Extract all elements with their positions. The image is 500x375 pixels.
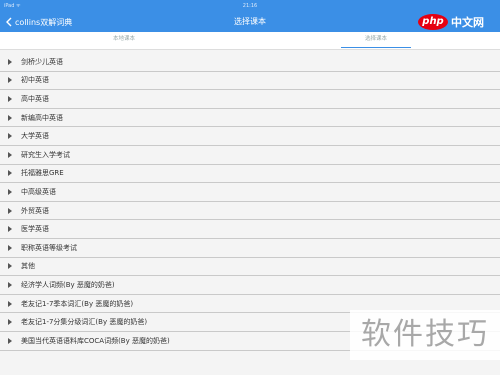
tab-local-books[interactable]: 本地课本 bbox=[44, 32, 204, 49]
disclosure-triangle-icon bbox=[8, 263, 12, 270]
tab-label: 选择课本 bbox=[364, 36, 387, 42]
list-item[interactable]: 其他 bbox=[0, 257, 500, 277]
list-item[interactable]: 高中英语 bbox=[0, 90, 500, 109]
tab-active-indicator bbox=[341, 47, 411, 48]
list-item-label: 研究生入学考试 bbox=[21, 150, 70, 159]
list-item[interactable]: 医学英语 bbox=[0, 220, 500, 239]
tab-label: 本地课本 bbox=[112, 36, 135, 42]
navigation-bar: collins双解词典 选择课本 php 中文网 bbox=[0, 12, 500, 32]
list-item-label: 新编高中英语 bbox=[21, 113, 63, 122]
list-item-label: 托福雅思GRE bbox=[21, 169, 64, 178]
disclosure-triangle-icon bbox=[8, 58, 12, 65]
list-item-label: 高中英语 bbox=[21, 94, 49, 103]
list-item-label: 职称英语等级考试 bbox=[21, 243, 77, 252]
disclosure-triangle-icon bbox=[8, 319, 12, 326]
disclosure-triangle-icon bbox=[8, 337, 12, 344]
list-item-label: 老友记1-7季本词汇(By 恶魔的奶爸) bbox=[21, 299, 134, 308]
disclosure-triangle-icon bbox=[8, 207, 12, 214]
tab-select-books[interactable]: 选择课本 bbox=[296, 32, 456, 49]
list-item-label: 大学英语 bbox=[21, 132, 49, 141]
disclosure-triangle-icon bbox=[8, 95, 12, 102]
category-list: 剑桥少儿英语 初中英语 高中英语 新编高中英语 大学英语 研究生入学考试 托福雅… bbox=[0, 53, 500, 351]
list-item[interactable]: 初中英语 bbox=[0, 71, 500, 91]
list-item-label: 医学英语 bbox=[21, 225, 49, 234]
disclosure-triangle-icon bbox=[8, 114, 12, 121]
list-item-label: 剑桥少儿英语 bbox=[21, 57, 63, 66]
status-time: 21:16 bbox=[242, 3, 258, 9]
list-item-label: 老友记1-7分集分级词汇(By 恶魔的奶爸) bbox=[21, 318, 148, 327]
disclosure-triangle-icon bbox=[8, 151, 12, 158]
brand-text: 中文网 bbox=[451, 16, 484, 29]
list-item-label: 美国当代英语语料库COCA词频(By 恶魔的奶爸) bbox=[21, 336, 170, 345]
php-logo: php bbox=[418, 14, 448, 30]
list-item[interactable]: 外贸英语 bbox=[0, 201, 500, 221]
list-item-label: 初中英语 bbox=[21, 76, 49, 85]
disclosure-triangle-icon bbox=[8, 300, 12, 307]
list-item[interactable]: 新编高中英语 bbox=[0, 108, 500, 128]
list-item[interactable]: 职称英语等级考试 bbox=[0, 238, 500, 258]
list-item[interactable]: 研究生入学考试 bbox=[0, 145, 500, 165]
disclosure-triangle-icon bbox=[8, 226, 12, 233]
list-item-label: 其他 bbox=[21, 262, 35, 271]
list-item[interactable]: 大学英语 bbox=[0, 127, 500, 146]
disclosure-triangle-icon bbox=[8, 133, 12, 140]
list-item-label: 经济学人词频(By 恶魔的奶爸) bbox=[21, 280, 115, 289]
list-item[interactable]: 剑桥少儿英语 bbox=[0, 53, 500, 72]
disclosure-triangle-icon bbox=[8, 281, 12, 288]
list-item-label: 外贸英语 bbox=[21, 206, 49, 215]
list-item[interactable]: 经济学人词频(By 恶魔的奶爸) bbox=[0, 276, 500, 295]
brand-logo: php 中文网 bbox=[418, 14, 484, 30]
list-item-label: 中高级英语 bbox=[21, 187, 56, 196]
watermark: 软件技巧 bbox=[350, 310, 500, 360]
disclosure-triangle-icon bbox=[8, 188, 12, 195]
list-item[interactable]: 中高级英语 bbox=[0, 183, 500, 202]
disclosure-triangle-icon bbox=[8, 244, 12, 251]
disclosure-triangle-icon bbox=[8, 77, 12, 84]
status-bar: iPad ᯤ 21:16 bbox=[0, 0, 500, 12]
list-item[interactable]: 托福雅思GRE bbox=[0, 164, 500, 184]
segmented-tabs: 本地课本 选择课本 bbox=[0, 32, 500, 50]
disclosure-triangle-icon bbox=[8, 170, 12, 177]
